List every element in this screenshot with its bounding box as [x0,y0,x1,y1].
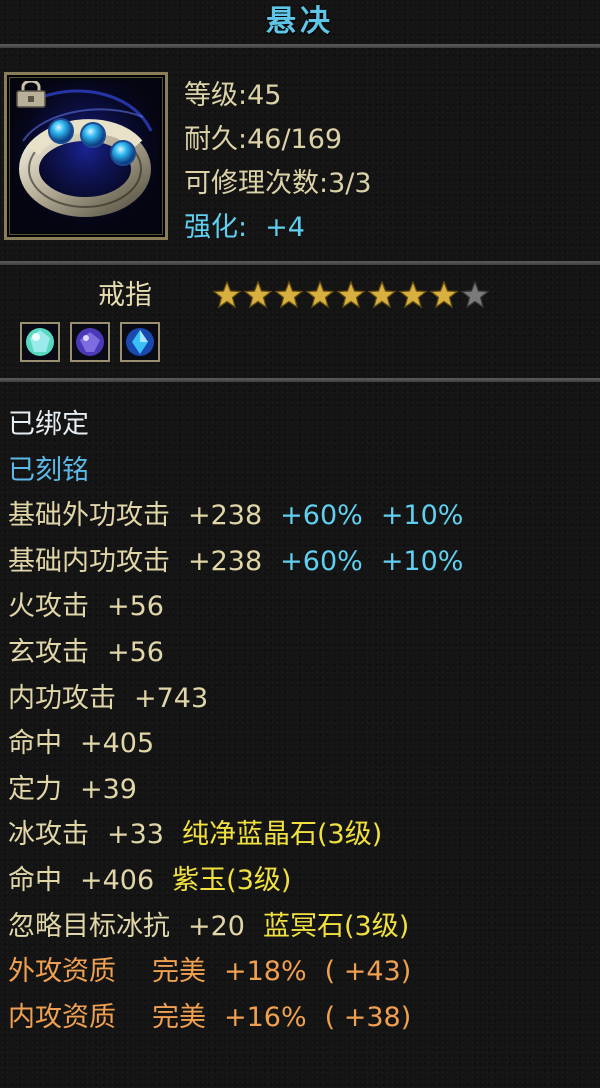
gem-slot-green[interactable] [20,322,60,362]
gem-attribute-line: 忽略目标冰抗 +20 蓝冥石(3级) [8,910,410,942]
attribute-line: 基础外功攻击 +238 +60% +10% [8,500,464,532]
star-empty-icon [460,280,490,309]
attribute-line: 火攻击 +56 [8,591,164,623]
engraved-status: 已刻铭 [8,454,89,486]
level-line: 等级:45 [184,80,282,111]
star-filled-icon [212,280,242,309]
item-icon-frame[interactable] [4,72,168,240]
repair-count-line: 可修理次数:3/3 [184,168,372,199]
attribute-list: 已绑定 已刻铭 基础外功攻击 +238 +60% +10% 基础内功攻击 +238 +60… [8,402,463,1040]
attribute-line: 定力 +39 [8,773,137,805]
item-type: 戒指 [98,280,152,311]
durability-line: 耐久:46/169 [184,124,343,155]
star-filled-icon [305,280,335,309]
attribute-line: 命中 +405 [8,728,155,760]
gem-slot-purple[interactable] [70,322,110,362]
attribute-line: 内功攻击 +743 [8,682,209,714]
quality-line: 外攻资质 完美 +18%( +43) [8,956,412,988]
star-filled-icon [398,280,428,309]
star-filled-icon [243,280,273,309]
quality-line: 内攻资质 完美 +16%( +38) [8,1001,412,1033]
star-filled-icon [367,280,397,309]
enhance-value: +4 [265,212,305,243]
divider [0,44,600,48]
gem-attribute-line: 命中 +406 紫玉(3级) [8,864,292,896]
gem-attribute-line: 冰攻击 +33 纯净蓝晶石(3级) [8,819,383,851]
attribute-line: 基础内功攻击 +238 +60% +10% [8,545,464,577]
star-filled-icon [336,280,366,309]
attribute-line: 玄攻击 +56 [8,636,164,668]
bound-status: 已绑定 [8,409,89,440]
enhance-label: 强化: [184,212,248,243]
star-filled-icon [274,280,304,309]
enhance-line: 强化: +4 [184,206,372,250]
purple-gem-icon [76,328,104,356]
lock-icon [16,81,46,108]
divider [0,378,600,382]
divider [0,261,600,265]
item-title: 悬决 [266,4,334,39]
gem-slot-blue[interactable] [120,322,160,362]
star-rating [212,280,491,312]
item-stats: 等级:45 耐久:46/169 可修理次数:3/3 强化: +4 [184,74,372,250]
blue-gem-icon [126,328,154,356]
green-gem-icon [26,328,54,356]
star-filled-icon [429,280,459,309]
